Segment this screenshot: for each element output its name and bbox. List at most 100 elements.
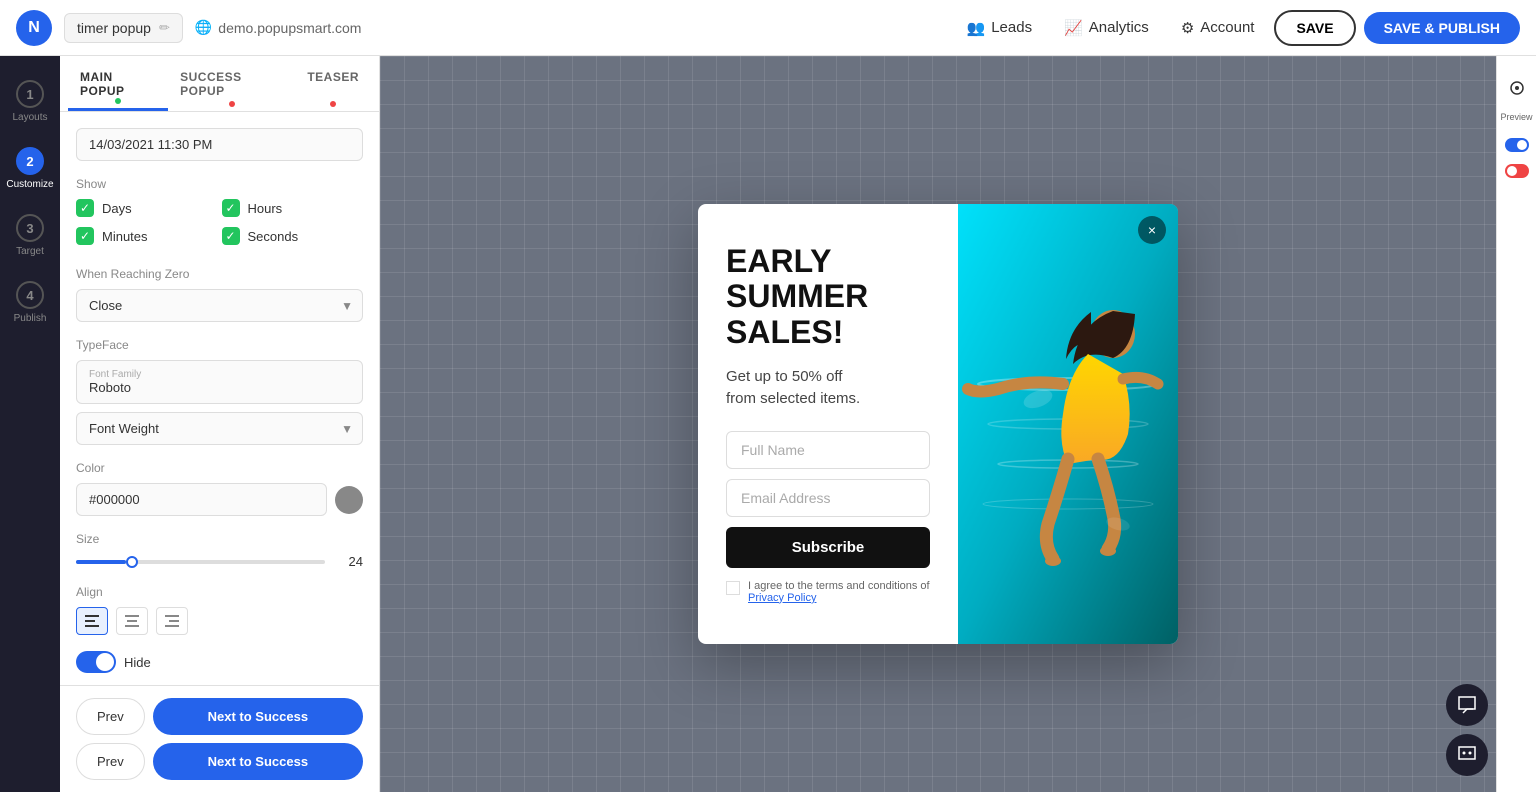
popup-privacy-text: I agree to the terms and conditions of P…: [748, 580, 930, 604]
checkbox-minutes-icon: [76, 227, 94, 245]
checkbox-minutes[interactable]: Minutes: [76, 227, 218, 245]
prev-button-2[interactable]: Prev: [76, 743, 145, 780]
chat-bubble-2[interactable]: [1446, 734, 1488, 776]
left-panel: MAIN POPUP SUCCESS POPUP TEASER Show: [60, 56, 380, 792]
step-label-layouts: Layouts: [12, 112, 47, 123]
teaser-dot: [330, 101, 336, 107]
popup-close-button[interactable]: ×: [1138, 216, 1166, 244]
hide-label: Hide: [124, 655, 151, 670]
size-section: Size 24: [76, 532, 363, 569]
align-right-button[interactable]: [156, 607, 188, 635]
font-family-value: Roboto: [89, 380, 350, 395]
step-num-2: 2: [16, 147, 44, 175]
popup-fullname-input[interactable]: [726, 431, 930, 469]
site-url: 🌐 demo.popupsmart.com: [195, 19, 362, 36]
popup-image-panel: [958, 204, 1178, 644]
gear-icon: ⚙: [1181, 19, 1194, 37]
step-label-customize: Customize: [6, 179, 53, 190]
when-reaching-zero-select-wrapper: Close Restart Hide ▼: [76, 289, 363, 322]
analytics-nav-item[interactable]: 📈 Analytics: [1052, 13, 1161, 43]
step-num-3: 3: [16, 214, 44, 242]
size-label: Size: [76, 532, 363, 546]
font-family-selector[interactable]: Font Family Roboto ▼: [76, 360, 363, 404]
step-label-publish: Publish: [14, 313, 47, 324]
app-logo[interactable]: N: [16, 10, 52, 46]
preview-label-area: Preview: [1500, 112, 1532, 122]
checkbox-hours[interactable]: Hours: [222, 199, 364, 217]
popup-title: EARLYSUMMERSALES!: [726, 244, 930, 350]
panel-footer: Prev Next to Success Prev Next to Succes…: [60, 685, 379, 792]
topbar: N timer popup ✏ 🌐 demo.popupsmart.com 👥 …: [0, 0, 1536, 56]
globe-icon: 🌐: [195, 19, 212, 36]
font-weight-select[interactable]: Font Weight Regular Bold: [76, 412, 363, 445]
popup-email-input[interactable]: [726, 479, 930, 517]
step-num-4: 4: [16, 281, 44, 309]
leads-nav-item[interactable]: 👥 Leads: [955, 13, 1045, 43]
tab-teaser[interactable]: TEASER: [295, 56, 371, 111]
preview-text: Preview: [1500, 112, 1532, 122]
account-nav-item[interactable]: ⚙ Account: [1169, 13, 1267, 43]
panel-body: Show Days Hours Minutes: [60, 112, 379, 685]
align-section: Align: [76, 585, 363, 635]
hide-toggle[interactable]: [76, 651, 116, 673]
save-publish-button[interactable]: SAVE & PUBLISH: [1364, 12, 1520, 44]
color-row: [76, 483, 363, 516]
show-section: Show Days Hours Minutes: [76, 177, 363, 251]
analytics-icon: 📈: [1064, 19, 1083, 37]
typeface-section: TypeFace Font Family Roboto ▼ Font Weigh…: [76, 338, 363, 445]
when-reaching-zero-select[interactable]: Close Restart Hide: [76, 289, 363, 322]
preview-icon[interactable]: [1501, 72, 1533, 104]
step-target[interactable]: 3 Target: [0, 206, 60, 265]
size-value: 24: [333, 554, 363, 569]
popup-content-left: EARLYSUMMERSALES! Get up to 50% offfrom …: [698, 204, 958, 644]
step-customize[interactable]: 2 Customize: [0, 139, 60, 198]
save-button[interactable]: SAVE: [1274, 10, 1355, 46]
color-label: Color: [76, 461, 363, 475]
show-label: Show: [76, 177, 363, 191]
tab-main-popup[interactable]: MAIN POPUP: [68, 56, 168, 111]
popup-preview: × EARLYSUMMERSALES! Get up to 50% offfro…: [698, 204, 1178, 644]
main-content: MAIN POPUP SUCCESS POPUP TEASER Show: [60, 56, 1496, 792]
swimmer-svg: [958, 204, 1178, 644]
step-publish[interactable]: 4 Publish: [0, 273, 60, 332]
hide-row: Hide: [76, 651, 363, 673]
popup-subscribe-button[interactable]: Subscribe: [726, 527, 930, 568]
project-name-input[interactable]: timer popup ✏: [64, 13, 183, 43]
align-label: Align: [76, 585, 363, 599]
topbar-nav: 👥 Leads 📈 Analytics ⚙ Account SAVE SAVE …: [955, 10, 1520, 46]
size-slider-track[interactable]: [76, 560, 325, 564]
color-input[interactable]: [76, 483, 327, 516]
edit-icon[interactable]: ✏: [159, 20, 170, 36]
font-family-hint: Font Family: [89, 369, 350, 380]
datetime-input[interactable]: [76, 128, 363, 161]
next-button-1[interactable]: Next to Success: [153, 698, 363, 735]
size-slider-thumb[interactable]: [126, 556, 138, 568]
privacy-policy-link[interactable]: Privacy Policy: [748, 592, 816, 604]
checkbox-seconds[interactable]: Seconds: [222, 227, 364, 245]
main-popup-dot: [115, 98, 121, 104]
prev-button-1[interactable]: Prev: [76, 698, 145, 735]
checkbox-days-icon: [76, 199, 94, 217]
checkbox-seconds-icon: [222, 227, 240, 245]
checkbox-days[interactable]: Days: [76, 199, 218, 217]
panel-tabs: MAIN POPUP SUCCESS POPUP TEASER: [60, 56, 379, 112]
align-left-button[interactable]: [76, 607, 108, 635]
hide-section: Hide: [76, 651, 363, 673]
chat-bubbles: [1446, 684, 1488, 776]
next-button-2[interactable]: Next to Success: [153, 743, 363, 780]
canvas-area: × EARLYSUMMERSALES! Get up to 50% offfro…: [380, 56, 1496, 792]
align-center-button[interactable]: [116, 607, 148, 635]
toggle-on-1[interactable]: [1505, 138, 1529, 152]
color-swatch[interactable]: [335, 486, 363, 514]
when-reaching-zero-section: When Reaching Zero Close Restart Hide ▼: [76, 267, 363, 322]
popup-privacy-checkbox[interactable]: [726, 581, 740, 595]
step-layouts[interactable]: 1 Layouts: [0, 72, 60, 131]
tab-success-popup[interactable]: SUCCESS POPUP: [168, 56, 295, 111]
right-panel: Preview: [1496, 56, 1536, 792]
size-slider-fill: [76, 560, 126, 564]
when-reaching-zero-label: When Reaching Zero: [76, 267, 363, 281]
chat-bubble-1[interactable]: [1446, 684, 1488, 726]
popup-image: [958, 204, 1178, 644]
typeface-label: TypeFace: [76, 338, 363, 352]
toggle-off-1[interactable]: [1505, 164, 1529, 178]
